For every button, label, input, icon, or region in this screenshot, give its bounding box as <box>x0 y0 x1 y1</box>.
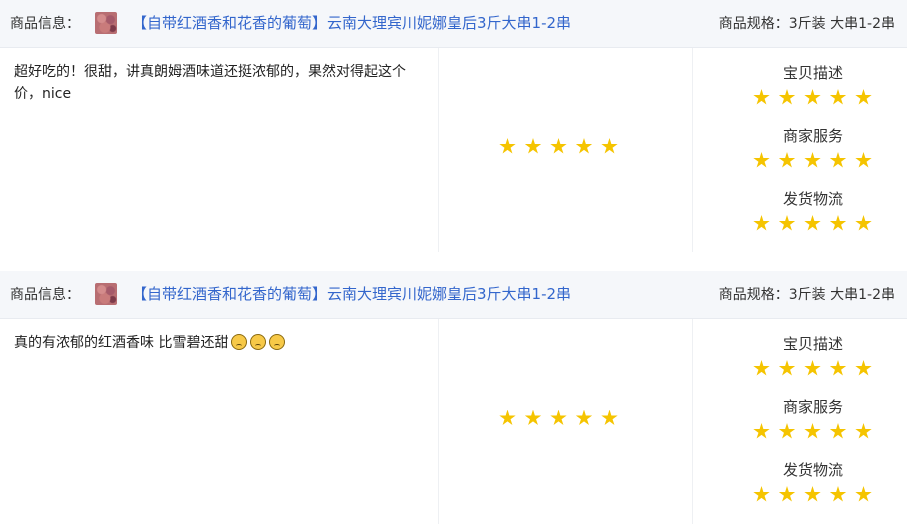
product-spec: 商品规格：3斤装 大串1-2串 <box>718 287 895 303</box>
product-title-link[interactable]: 【自带红酒香和花香的葡萄】云南大理宾川妮娜皇后3斤大串1-2串 <box>132 283 571 304</box>
product-thumbnail[interactable] <box>95 12 117 34</box>
disappointed-face-emoji-icon <box>250 334 267 350</box>
metric-stars <box>753 360 873 377</box>
star-icon <box>804 89 821 105</box>
star-icon <box>575 138 593 154</box>
star-icon <box>778 152 796 168</box>
metric-stars <box>753 152 873 169</box>
star-icon <box>550 138 567 154</box>
metric-label: 发货物流 <box>782 461 843 479</box>
overall-rating-stars <box>499 409 627 427</box>
comment-text: 超好吃的！很甜，讲真朗姆酒味道还挺浓郁的，果然对得起这个价，nice <box>14 64 406 102</box>
comment-emojis <box>228 334 286 351</box>
metric-label: 商家服务 <box>782 398 843 416</box>
product-spec: 商品规格：3斤装 大串1-2串 <box>718 16 895 32</box>
product-info-label: 商品信息： <box>10 16 80 32</box>
star-icon <box>855 423 872 439</box>
detail-ratings-column: 宝贝描述 商家服务 发货物流 <box>693 319 907 524</box>
review-header: 商品信息： 【自带红酒香和花香的葡萄】云南大理宾川妮娜皇后3斤大串1-2串 商品… <box>0 0 907 48</box>
star-icon <box>855 486 872 502</box>
star-icon <box>753 423 770 439</box>
star-icon <box>804 152 821 168</box>
star-icon <box>829 486 847 502</box>
metric-label: 发货物流 <box>782 190 843 208</box>
overall-rating-stars <box>499 138 627 155</box>
overall-rating-column <box>439 48 693 252</box>
star-icon <box>524 138 542 154</box>
star-icon <box>575 409 593 425</box>
star-icon <box>753 89 770 105</box>
star-icon <box>829 215 847 231</box>
metric-stars <box>753 486 873 503</box>
star-icon <box>829 360 847 376</box>
metric-stars <box>753 89 873 106</box>
star-icon <box>753 215 770 231</box>
metric-service: 商家服务 <box>753 127 873 169</box>
star-icon <box>753 152 770 168</box>
star-icon <box>829 89 847 105</box>
star-icon <box>601 409 618 425</box>
star-icon <box>804 215 821 231</box>
star-icon <box>550 409 567 425</box>
review-body: 超好吃的！很甜，讲真朗姆酒味道还挺浓郁的，果然对得起这个价，nice 宝贝描述 … <box>0 48 907 253</box>
star-icon <box>753 486 770 502</box>
detail-ratings-column: 宝贝描述 商家服务 发货物流 <box>693 48 907 252</box>
star-icon <box>804 360 821 376</box>
star-icon <box>855 89 872 105</box>
star-icon <box>804 486 821 502</box>
star-icon <box>804 423 821 439</box>
star-icon <box>855 360 872 376</box>
comment-column: 超好吃的！很甜，讲真朗姆酒味道还挺浓郁的，果然对得起这个价，nice <box>0 48 439 252</box>
metric-label: 商家服务 <box>782 127 843 145</box>
metric-stars <box>753 423 873 440</box>
star-icon <box>499 409 516 425</box>
product-title-link[interactable]: 【自带红酒香和花香的葡萄】云南大理宾川妮娜皇后3斤大串1-2串 <box>132 12 571 33</box>
metric-service: 商家服务 <box>753 398 873 440</box>
comment-column: 真的有浓郁的红酒香味 比雪碧还甜 <box>0 319 439 524</box>
metric-label: 宝贝描述 <box>782 64 843 82</box>
product-info-label: 商品信息： <box>10 287 80 303</box>
star-icon <box>601 138 618 154</box>
metric-label: 宝贝描述 <box>782 335 843 353</box>
metric-description: 宝贝描述 <box>753 335 873 377</box>
star-icon <box>499 138 516 154</box>
star-icon <box>855 215 872 231</box>
star-icon <box>778 215 796 231</box>
review-card: 商品信息： 【自带红酒香和花香的葡萄】云南大理宾川妮娜皇后3斤大串1-2串 商品… <box>0 271 907 524</box>
star-icon <box>829 423 847 439</box>
review-header: 商品信息： 【自带红酒香和花香的葡萄】云南大理宾川妮娜皇后3斤大串1-2串 商品… <box>0 271 907 319</box>
review-card: 商品信息： 【自带红酒香和花香的葡萄】云南大理宾川妮娜皇后3斤大串1-2串 商品… <box>0 0 907 253</box>
star-icon <box>753 360 770 376</box>
star-icon <box>778 486 796 502</box>
star-icon <box>778 423 796 439</box>
overall-rating-column <box>439 319 693 524</box>
metric-description: 宝贝描述 <box>753 64 873 106</box>
metric-logistics: 发货物流 <box>753 461 873 503</box>
review-separator <box>0 252 907 271</box>
product-thumbnail[interactable] <box>95 283 117 305</box>
disappointed-face-emoji-icon <box>231 334 248 350</box>
star-icon <box>829 152 847 168</box>
metric-logistics: 发货物流 <box>753 190 873 232</box>
star-icon <box>778 360 796 376</box>
star-icon <box>855 152 872 168</box>
metric-stars <box>753 215 873 232</box>
star-icon <box>524 409 542 425</box>
review-body: 真的有浓郁的红酒香味 比雪碧还甜 宝贝描述 商家服务 发货物流 <box>0 319 907 524</box>
star-icon <box>778 89 796 105</box>
comment-text: 真的有浓郁的红酒香味 比雪碧还甜 <box>14 332 426 354</box>
disappointed-face-emoji-icon <box>269 334 286 350</box>
